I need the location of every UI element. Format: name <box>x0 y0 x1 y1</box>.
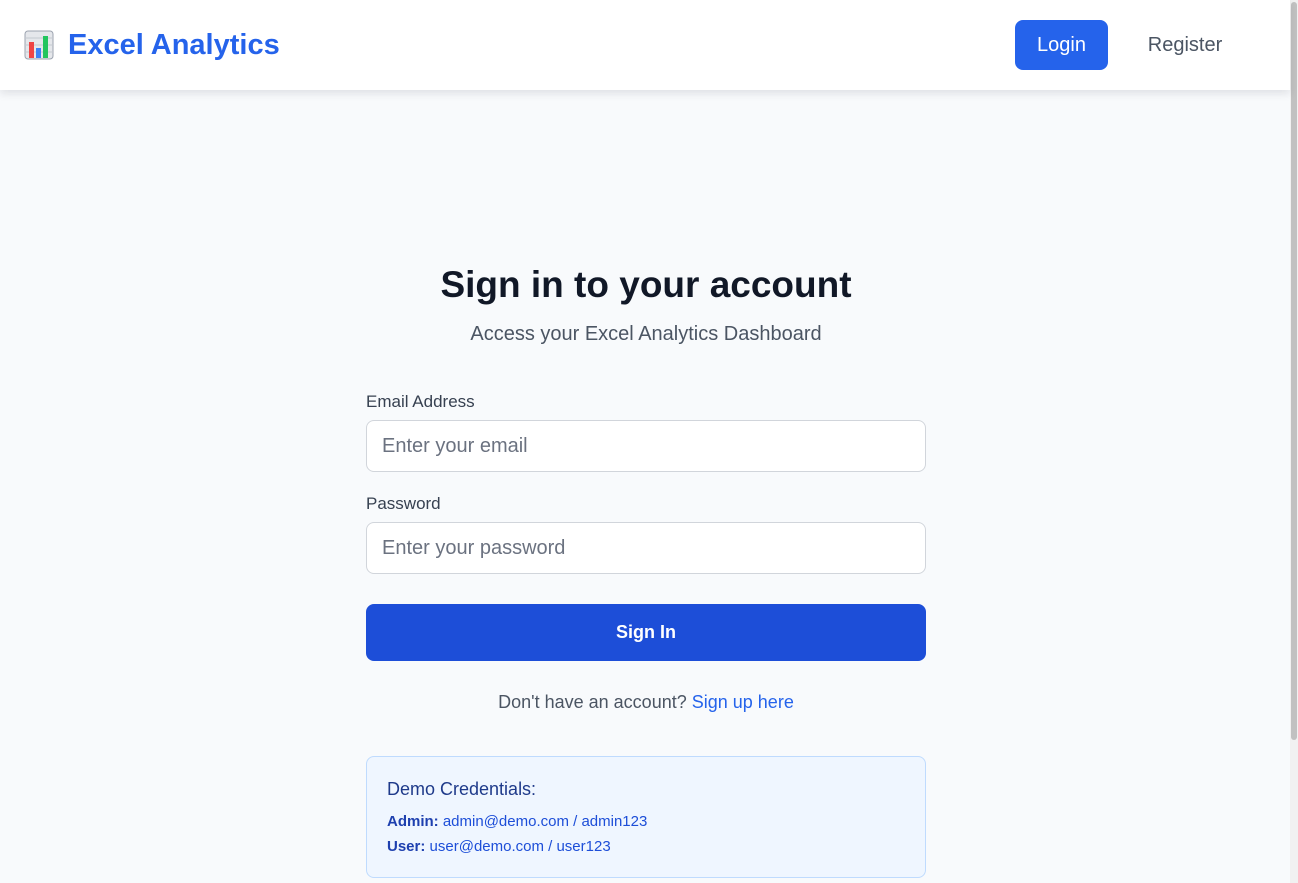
brand[interactable]: Excel Analytics <box>24 29 280 62</box>
sign-in-button[interactable]: Sign In <box>366 604 926 661</box>
register-link[interactable]: Register <box>1128 20 1242 70</box>
page-title: Sign in to your account <box>440 264 852 305</box>
top-navbar: Excel Analytics Login Register <box>0 0 1290 90</box>
email-field[interactable] <box>366 420 926 472</box>
signup-prompt: Don't have an account? <box>498 692 687 712</box>
signup-prompt-row: Don't have an account? Sign up here <box>366 692 926 713</box>
password-field[interactable] <box>366 522 926 574</box>
demo-credential-value: user@demo.com / user123 <box>429 838 611 855</box>
top-nav: Login Register <box>1015 20 1242 70</box>
demo-credentials-title: Demo Credentials: <box>387 779 537 799</box>
brand-name[interactable]: Excel Analytics <box>68 29 280 62</box>
demo-credential-user: User: user@demo.com / user123 <box>387 838 611 855</box>
page-scrollbar[interactable] <box>1290 0 1298 883</box>
email-label: Email Address <box>366 392 475 411</box>
password-label: Password <box>366 494 441 513</box>
login-button[interactable]: Login <box>1015 20 1108 70</box>
demo-credential-value: admin@demo.com / admin123 <box>442 813 648 830</box>
demo-credential-admin: Admin: admin@demo.com / admin123 <box>387 813 647 830</box>
demo-role: User: <box>387 838 426 855</box>
signup-link[interactable]: Sign up here <box>692 692 794 712</box>
demo-role: Admin: <box>387 813 439 830</box>
scrollbar-thumb[interactable] <box>1291 2 1297 740</box>
bar-chart-icon <box>24 30 54 60</box>
demo-credentials-box: Demo Credentials: Admin: admin@demo.com … <box>366 756 926 878</box>
page-subtitle: Access your Excel Analytics Dashboard <box>470 323 822 345</box>
